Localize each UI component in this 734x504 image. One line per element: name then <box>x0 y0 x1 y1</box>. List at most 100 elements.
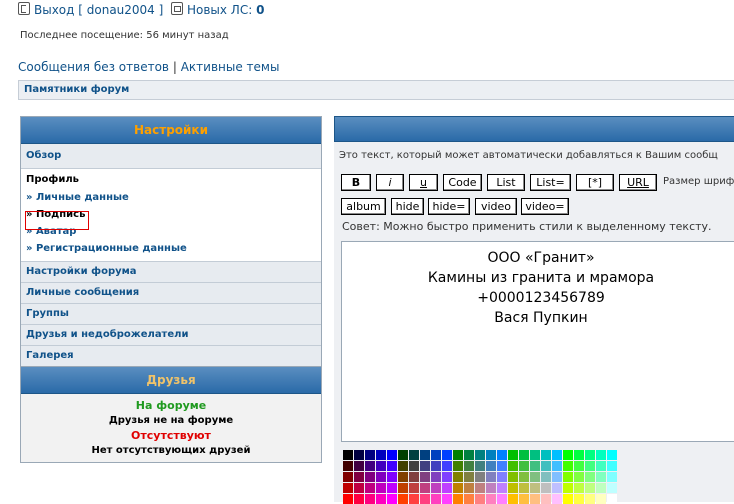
color-swatch[interactable] <box>431 483 441 493</box>
color-swatch[interactable] <box>409 472 419 482</box>
color-swatch[interactable] <box>365 472 375 482</box>
color-swatch[interactable] <box>508 472 518 482</box>
color-swatch[interactable] <box>453 450 463 460</box>
list-item-button[interactable]: [*] <box>576 174 614 191</box>
sidebar-item-personal-data[interactable]: » Личные данные <box>26 189 321 206</box>
color-swatch[interactable] <box>398 472 408 482</box>
color-swatch[interactable] <box>486 494 496 504</box>
color-swatch[interactable] <box>409 483 419 493</box>
color-swatch[interactable] <box>464 494 474 504</box>
color-swatch[interactable] <box>343 461 353 471</box>
url-button[interactable]: URL <box>619 174 657 191</box>
color-swatch[interactable] <box>607 472 617 482</box>
private-messages-link[interactable]: Новых ЛС: <box>187 3 252 17</box>
logout-icon[interactable] <box>18 2 30 15</box>
color-swatch[interactable] <box>431 450 441 460</box>
active-topics-link[interactable]: Активные темы <box>181 60 280 74</box>
color-swatch[interactable] <box>574 450 584 460</box>
color-swatch[interactable] <box>497 483 507 493</box>
color-swatch[interactable] <box>376 450 386 460</box>
color-swatch[interactable] <box>607 483 617 493</box>
color-swatch[interactable] <box>420 461 430 471</box>
color-swatch[interactable] <box>354 461 364 471</box>
color-swatch[interactable] <box>420 494 430 504</box>
color-swatch[interactable] <box>563 461 573 471</box>
color-swatch[interactable] <box>486 450 496 460</box>
color-swatch[interactable] <box>354 450 364 460</box>
color-swatch[interactable] <box>497 450 507 460</box>
color-swatch[interactable] <box>442 494 452 504</box>
list-ordered-button[interactable]: List= <box>530 174 571 191</box>
color-swatch[interactable] <box>475 461 485 471</box>
color-swatch[interactable] <box>409 461 419 471</box>
color-swatch[interactable] <box>519 461 529 471</box>
color-swatch[interactable] <box>552 494 562 504</box>
color-swatch[interactable] <box>453 494 463 504</box>
color-swatch[interactable] <box>442 450 452 460</box>
color-swatch[interactable] <box>607 461 617 471</box>
color-swatch[interactable] <box>519 450 529 460</box>
color-swatch[interactable] <box>563 494 573 504</box>
color-swatch[interactable] <box>585 472 595 482</box>
color-swatch[interactable] <box>530 450 540 460</box>
color-swatch[interactable] <box>552 461 562 471</box>
color-swatch[interactable] <box>365 494 375 504</box>
sidebar-item-private-messages[interactable]: Личные сообщения <box>21 283 321 304</box>
unanswered-posts-link[interactable]: Сообщения без ответов <box>18 60 169 74</box>
color-swatch[interactable] <box>376 461 386 471</box>
color-swatch[interactable] <box>530 494 540 504</box>
color-swatch[interactable] <box>508 483 518 493</box>
color-swatch[interactable] <box>343 450 353 460</box>
color-swatch[interactable] <box>343 494 353 504</box>
color-swatch[interactable] <box>387 450 397 460</box>
color-swatch[interactable] <box>541 494 551 504</box>
sidebar-item-forum-settings[interactable]: Настройки форума <box>21 262 321 283</box>
color-swatch[interactable] <box>607 450 617 460</box>
color-swatch[interactable] <box>541 472 551 482</box>
color-swatch[interactable] <box>497 494 507 504</box>
color-swatch[interactable] <box>464 483 474 493</box>
color-swatch[interactable] <box>398 483 408 493</box>
color-swatch[interactable] <box>519 472 529 482</box>
color-swatch[interactable] <box>596 483 606 493</box>
list-button[interactable]: List <box>487 174 525 191</box>
color-swatch[interactable] <box>585 494 595 504</box>
color-swatch[interactable] <box>420 472 430 482</box>
color-swatch[interactable] <box>585 461 595 471</box>
color-swatch[interactable] <box>508 450 518 460</box>
color-swatch[interactable] <box>475 494 485 504</box>
color-swatch[interactable] <box>563 450 573 460</box>
color-swatch[interactable] <box>541 450 551 460</box>
color-swatch[interactable] <box>541 483 551 493</box>
color-swatch[interactable] <box>552 483 562 493</box>
color-swatch[interactable] <box>431 472 441 482</box>
video-param-button[interactable]: video= <box>521 198 569 215</box>
color-swatch[interactable] <box>409 450 419 460</box>
color-swatch[interactable] <box>574 483 584 493</box>
color-swatch[interactable] <box>596 450 606 460</box>
color-swatch[interactable] <box>376 483 386 493</box>
sidebar-item-gallery[interactable]: Галерея <box>21 346 321 366</box>
color-swatch[interactable] <box>387 472 397 482</box>
color-swatch[interactable] <box>508 494 518 504</box>
color-swatch[interactable] <box>497 472 507 482</box>
sidebar-item-registration-data[interactable]: » Регистрационные данные <box>26 240 321 257</box>
color-swatch[interactable] <box>453 483 463 493</box>
color-swatch[interactable] <box>354 483 364 493</box>
album-button[interactable]: album <box>341 198 386 215</box>
sidebar-item-groups[interactable]: Группы <box>21 304 321 325</box>
logout-link[interactable]: Выход [ donau2004 ] <box>34 3 163 17</box>
color-swatch[interactable] <box>354 494 364 504</box>
color-swatch[interactable] <box>475 483 485 493</box>
color-swatch[interactable] <box>431 494 441 504</box>
color-swatch[interactable] <box>486 461 496 471</box>
color-swatch[interactable] <box>464 450 474 460</box>
color-swatch[interactable] <box>453 472 463 482</box>
color-swatch[interactable] <box>354 472 364 482</box>
color-swatch[interactable] <box>574 472 584 482</box>
color-swatch[interactable] <box>552 472 562 482</box>
video-button[interactable]: video <box>475 198 517 215</box>
color-swatch[interactable] <box>376 494 386 504</box>
color-swatch[interactable] <box>387 494 397 504</box>
color-swatch[interactable] <box>475 450 485 460</box>
